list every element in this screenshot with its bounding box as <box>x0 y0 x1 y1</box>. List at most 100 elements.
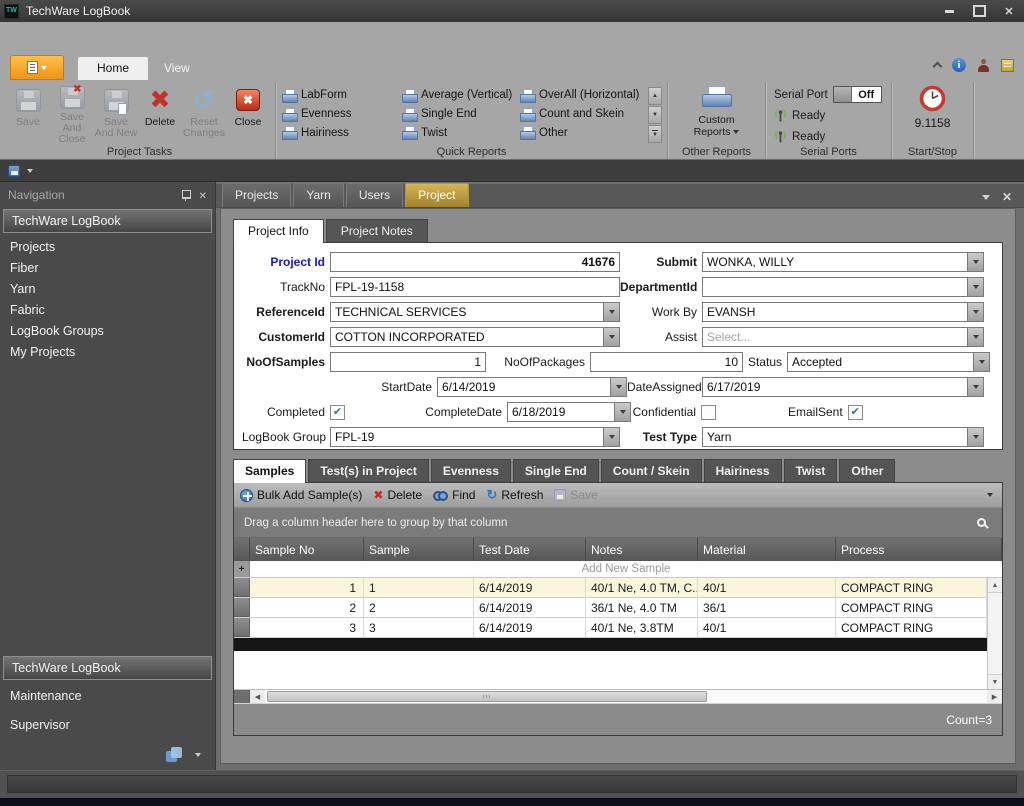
tab-evenness[interactable]: Evenness <box>430 459 511 482</box>
tab-count-skein[interactable]: Count / Skein <box>600 459 702 482</box>
report-single-end[interactable]: Single End <box>402 105 520 124</box>
column-header-sample[interactable]: Sample <box>364 538 474 561</box>
close-document-icon[interactable] <box>1002 190 1012 204</box>
serial-port-toggle[interactable]: Off <box>832 86 882 103</box>
dateassigned-field[interactable] <box>702 377 984 397</box>
status-field[interactable] <box>787 352 990 372</box>
table-row[interactable]: 2 2 6/14/2019 36/1 Ne, 4.0 TM 36/1 COMPA… <box>234 598 987 618</box>
scroll-left-icon[interactable] <box>250 690 265 703</box>
column-header-sample-no[interactable]: Sample No <box>250 538 364 561</box>
submit-field[interactable] <box>702 252 984 272</box>
tab-twist[interactable]: Twist <box>783 459 838 482</box>
tab-project-info[interactable]: Project Info <box>233 219 324 243</box>
vertical-scrollbar[interactable] <box>987 578 1002 689</box>
scroll-down-icon[interactable] <box>988 674 1002 689</box>
dropdown-button[interactable] <box>973 353 989 371</box>
user-icon[interactable] <box>977 58 990 72</box>
report-hairiness[interactable]: Hairiness <box>282 123 402 142</box>
scroll-up-icon[interactable] <box>988 578 1002 593</box>
tab-other[interactable]: Other <box>839 459 896 482</box>
pin-icon[interactable] <box>181 189 191 201</box>
startdate-field[interactable] <box>437 377 627 397</box>
sidebar-item-logbook-groups[interactable]: LogBook Groups <box>0 321 215 342</box>
add-new-sample-row[interactable]: Add New Sample <box>234 561 1002 578</box>
dropdown-button[interactable] <box>603 303 619 321</box>
close-panel-icon[interactable] <box>199 188 207 202</box>
sidebar-item-yarn[interactable]: Yarn <box>0 279 215 300</box>
sidebar-item-my-projects[interactable]: My Projects <box>0 342 215 363</box>
delete-sample-button[interactable]: Delete <box>373 488 422 502</box>
maximize-button[interactable] <box>964 0 994 22</box>
noofsamples-field[interactable] <box>330 352 486 372</box>
ribbon-tab-home[interactable]: Home <box>78 57 149 80</box>
customerid-field[interactable] <box>330 327 620 347</box>
scroll-right-icon[interactable] <box>987 690 1002 703</box>
dropdown-button[interactable] <box>967 328 983 346</box>
nav-bottom-techware-logbook[interactable]: TechWare LogBook <box>3 656 212 680</box>
ribbon-tab-view[interactable]: View <box>148 57 206 80</box>
horizontal-scrollbar[interactable] <box>234 689 1002 703</box>
dropdown-button[interactable] <box>967 303 983 321</box>
nav-bottom-maintenance[interactable]: Maintenance <box>0 682 215 711</box>
custom-reports-button[interactable]: Custom Reports <box>694 86 740 138</box>
table-row[interactable]: 1 1 6/14/2019 40/1 Ne, 4.0 TM, C... 40/1… <box>234 578 987 598</box>
dropdown-button[interactable] <box>967 253 983 271</box>
dropdown-button[interactable] <box>610 378 626 396</box>
toolbar-options-button[interactable] <box>981 493 996 497</box>
table-row[interactable]: 3 3 6/14/2019 40/1 Ne, 3.8TM 40/1 COMPAC… <box>234 618 987 638</box>
clock-icon[interactable] <box>919 85 946 112</box>
collapse-ribbon-icon[interactable] <box>932 61 943 72</box>
more-reports-button[interactable] <box>648 125 662 143</box>
project-id-field[interactable] <box>330 252 620 272</box>
noofpackages-field[interactable] <box>590 352 743 372</box>
tab-samples[interactable]: Samples <box>233 459 307 483</box>
confidential-checkbox[interactable] <box>701 404 716 420</box>
referenceid-field[interactable] <box>330 302 620 322</box>
panels-icon[interactable] <box>166 747 183 763</box>
report-average-vertical[interactable]: Average (Vertical) <box>402 86 520 105</box>
minimize-button[interactable] <box>934 0 964 22</box>
workby-field[interactable] <box>702 302 984 322</box>
completed-checkbox[interactable]: ✔ <box>330 404 345 420</box>
application-menu-button[interactable] <box>10 55 64 80</box>
emailsent-checkbox[interactable]: ✔ <box>847 404 863 420</box>
refresh-button[interactable]: Refresh <box>486 487 543 503</box>
bulk-add-samples-button[interactable]: Bulk Add Sample(s) <box>240 488 362 502</box>
chevron-down-icon[interactable] <box>195 753 201 757</box>
tab-hairiness[interactable]: Hairiness <box>703 459 782 482</box>
chevron-down-icon[interactable] <box>27 168 33 173</box>
dropdown-button[interactable] <box>603 428 619 446</box>
close-window-button[interactable] <box>994 0 1024 22</box>
assist-field[interactable] <box>702 327 984 347</box>
tab-yarn[interactable]: Yarn <box>293 183 344 207</box>
departmentid-field[interactable] <box>702 277 984 297</box>
search-icon[interactable] <box>977 518 986 527</box>
column-header-notes[interactable]: Notes <box>586 538 698 561</box>
sidebar-item-fiber[interactable]: Fiber <box>0 258 215 279</box>
scroll-up-button[interactable] <box>648 87 662 105</box>
completedate-field[interactable] <box>507 402 631 422</box>
dropdown-button[interactable] <box>967 378 983 396</box>
quick-save-icon[interactable] <box>8 164 20 177</box>
sidebar-item-projects[interactable]: Projects <box>0 237 215 258</box>
logbook-group-field[interactable] <box>330 427 620 447</box>
close-button[interactable]: Close <box>226 84 270 143</box>
group-by-bar[interactable]: Drag a column header here to group by th… <box>234 508 1002 538</box>
sidebar-item-fabric[interactable]: Fabric <box>0 300 215 321</box>
tab-list-dropdown-icon[interactable] <box>981 194 990 200</box>
report-labform[interactable]: LabForm <box>282 86 402 105</box>
tab-tests-in-project[interactable]: Test(s) in Project <box>308 459 429 482</box>
tab-project-notes[interactable]: Project Notes <box>325 219 428 242</box>
test-type-field[interactable] <box>702 427 984 447</box>
dropdown-button[interactable] <box>967 278 983 296</box>
tab-users[interactable]: Users <box>345 183 404 207</box>
nav-root-item[interactable]: TechWare LogBook <box>3 209 212 233</box>
delete-button[interactable]: Delete <box>138 84 182 143</box>
column-header-test-date[interactable]: Test Date <box>474 538 586 561</box>
notes-icon[interactable] <box>1001 58 1014 72</box>
dropdown-button[interactable] <box>603 328 619 346</box>
info-icon[interactable] <box>952 58 966 72</box>
tab-single-end[interactable]: Single End <box>512 459 599 482</box>
find-button[interactable]: Find <box>433 488 475 502</box>
column-header-process[interactable]: Process <box>836 538 1002 561</box>
